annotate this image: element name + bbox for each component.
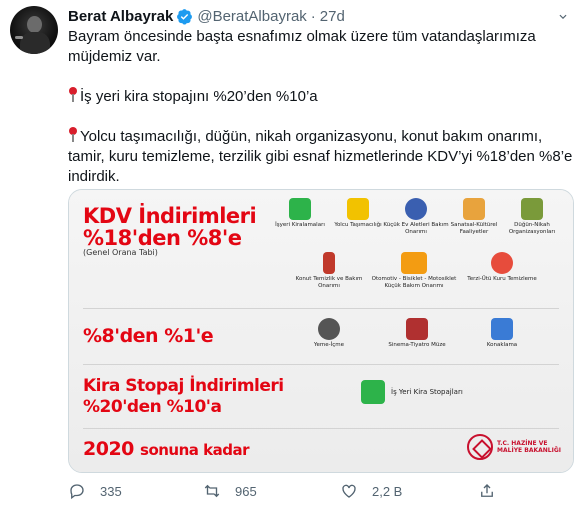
tweet-header: Berat Albayrak @BeratAlbayrak · 27d bbox=[68, 6, 574, 26]
ministry-logo: T.C. HAZİNE VE MALİYE BAKANLIĞI bbox=[467, 434, 561, 460]
like-button[interactable]: 2,2 B bbox=[340, 482, 402, 500]
divider bbox=[83, 364, 559, 365]
tweet-line-1: Bayram öncesinde başta esnafımız olmak ü… bbox=[68, 28, 540, 65]
tweet-time[interactable]: 27d bbox=[320, 8, 345, 25]
iron-icon bbox=[491, 252, 513, 274]
retweet-button[interactable]: 965 bbox=[203, 482, 257, 500]
pin-icon bbox=[68, 127, 78, 143]
kdv-note: (Genel Orana Tabi) bbox=[83, 248, 158, 257]
cutlery-icon bbox=[318, 318, 340, 340]
avatar[interactable] bbox=[10, 6, 58, 54]
kdv-rate: %18'den %8'e bbox=[83, 226, 242, 250]
clapperboard-icon bbox=[406, 318, 428, 340]
reply-button[interactable]: 335 bbox=[68, 482, 122, 500]
share-button[interactable] bbox=[478, 482, 496, 500]
tweet-text: Bayram öncesinde başta esnafımız olmak ü… bbox=[68, 27, 574, 187]
bed-icon bbox=[491, 318, 513, 340]
share-icon bbox=[481, 484, 493, 497]
chevron-down-icon[interactable] bbox=[554, 10, 572, 22]
tweet-actions: 335 965 2,2 B bbox=[68, 482, 574, 506]
stopaj-item: İş Yeri Kira Stopajları bbox=[391, 388, 463, 396]
item-otomotiv: Otomotiv - Bisiklet - Motosiklet Küçük B… bbox=[369, 252, 459, 290]
retweet-icon bbox=[204, 484, 220, 498]
shop-icon bbox=[361, 380, 385, 404]
deadline: 2020 sonuna kadar bbox=[83, 438, 249, 460]
item-konaklama: Konaklama bbox=[467, 318, 537, 349]
item-yeme-icme: Yeme-İçme bbox=[294, 318, 364, 349]
separator-dot: · bbox=[310, 7, 316, 25]
tweet[interactable]: Berat Albayrak @BeratAlbayrak · 27d Bayr… bbox=[0, 0, 584, 506]
tweet-image[interactable]: KDV İndirimleri %18'den %8'e (Genel Oran… bbox=[68, 189, 574, 473]
item-terzi: Terzi-Ütü Kuru Temizleme bbox=[467, 252, 537, 283]
paint-brush-icon bbox=[463, 198, 485, 220]
bus-icon bbox=[347, 198, 369, 220]
author-name[interactable]: Berat Albayrak bbox=[68, 8, 173, 25]
retweet-count: 965 bbox=[235, 483, 257, 499]
divider bbox=[83, 428, 559, 429]
item-dugun: Düğün-Nikah Organizasyonları bbox=[497, 198, 567, 236]
heart-icon bbox=[342, 484, 356, 498]
second-rate: %8'den %1'e bbox=[83, 325, 214, 347]
item-sinema: Sinema-Tiyatro Müze bbox=[382, 318, 452, 349]
cake-icon bbox=[521, 198, 543, 220]
pin-icon bbox=[68, 87, 78, 103]
item-konut: Konut Temizlik ve Bakım Onarımı bbox=[294, 252, 364, 290]
tweet-line-2: İş yeri kira stopajını %20’den %10’a bbox=[80, 88, 318, 105]
shop-icon bbox=[289, 198, 311, 220]
verified-badge-icon bbox=[177, 8, 193, 25]
ministry-seal-icon bbox=[467, 434, 494, 460]
reply-icon bbox=[70, 484, 84, 500]
car-icon bbox=[401, 252, 427, 274]
reply-count: 335 bbox=[100, 483, 122, 499]
wrench-icon bbox=[405, 198, 427, 220]
like-count: 2,2 B bbox=[372, 483, 403, 499]
stopaj-title: Kira Stopaj İndirimleri bbox=[83, 376, 284, 396]
stopaj-rate: %20'den %10'a bbox=[83, 397, 222, 417]
author-handle[interactable]: @BeratAlbayrak bbox=[197, 8, 306, 25]
tweet-line-3: Yolcu taşımacılığı, düğün, nikah organiz… bbox=[68, 128, 577, 185]
tweet-content: Berat Albayrak @BeratAlbayrak · 27d Bayr… bbox=[68, 6, 574, 187]
vacuum-icon bbox=[323, 252, 335, 274]
infographic: KDV İndirimleri %18'den %8'e (Genel Oran… bbox=[69, 190, 573, 472]
divider bbox=[83, 308, 559, 309]
kdv-title: KDV İndirimleri bbox=[83, 204, 257, 228]
